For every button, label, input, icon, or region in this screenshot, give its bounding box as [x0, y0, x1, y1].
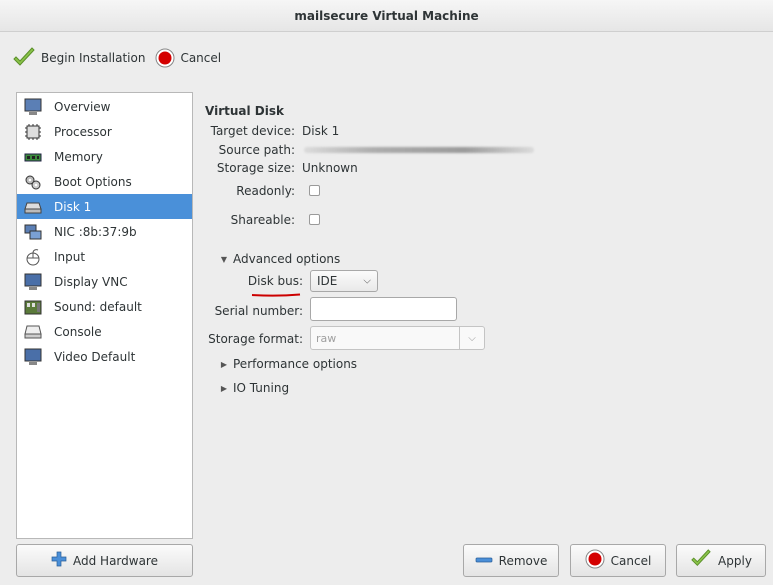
- sidebar-item-label: Memory: [54, 149, 103, 164]
- advanced-options-label: Advanced options: [233, 252, 341, 266]
- sidebar-item-label: Processor: [54, 124, 112, 139]
- sidebar-item-label: Disk 1: [54, 199, 92, 214]
- io-tuning-label: IO Tuning: [233, 381, 290, 395]
- sidebar-item-console[interactable]: Console: [17, 319, 192, 344]
- stop-icon: [155, 48, 175, 68]
- begin-installation-label: Begin Installation: [41, 51, 146, 65]
- sidebar-item-input[interactable]: Input: [17, 244, 192, 269]
- sidebar-item-processor[interactable]: Processor: [17, 119, 192, 144]
- triangle-down-icon: ▼: [220, 254, 228, 264]
- target-device-value: Disk 1: [302, 124, 340, 138]
- checkmark-icon: [690, 549, 712, 572]
- plus-icon: [51, 551, 67, 570]
- performance-options-expander[interactable]: ▶ Performance options: [219, 357, 357, 371]
- disk-icon: [21, 197, 45, 217]
- sidebar-item-label: Overview: [54, 99, 111, 114]
- disk-details-panel: Virtual Disk Target device: Disk 1 Sourc…: [200, 92, 760, 539]
- console-icon: [21, 322, 45, 342]
- shareable-checkbox[interactable]: [309, 214, 320, 225]
- sidebar-item-sound[interactable]: Sound: default: [17, 294, 192, 319]
- disk-bus-label: Disk bus:: [247, 274, 303, 288]
- serial-number-input[interactable]: [310, 297, 457, 321]
- sidebar-item-video[interactable]: Video Default: [17, 344, 192, 369]
- sidebar-item-label: Boot Options: [54, 174, 132, 189]
- add-hardware-label: Add Hardware: [73, 553, 158, 568]
- triangle-right-icon: ▶: [220, 359, 228, 369]
- minus-icon: [475, 554, 493, 568]
- storage-format-value: raw: [316, 331, 337, 345]
- display-icon: [21, 272, 45, 292]
- virtual-disk-heading: Virtual Disk: [205, 104, 284, 118]
- readonly-label: Readonly:: [236, 184, 295, 198]
- cancel-installation-button[interactable]: Cancel: [155, 48, 221, 68]
- advanced-options-expander[interactable]: ▼ Advanced options: [219, 252, 340, 266]
- io-tuning-expander[interactable]: ▶ IO Tuning: [219, 381, 289, 395]
- sidebar-item-label: Sound: default: [54, 299, 142, 314]
- red-annotation-underline: [251, 293, 301, 297]
- sidebar-item-boot-options[interactable]: Boot Options: [17, 169, 192, 194]
- triangle-right-icon: ▶: [220, 383, 228, 393]
- video-icon: [21, 347, 45, 367]
- performance-options-label: Performance options: [233, 357, 358, 371]
- sidebar-item-label: Display VNC: [54, 274, 128, 289]
- source-path-value-redacted: [304, 147, 534, 153]
- chevron-down-icon[interactable]: ⌵: [459, 327, 484, 349]
- cancel-button[interactable]: Cancel: [570, 544, 666, 577]
- sidebar-item-memory[interactable]: Memory: [17, 144, 192, 169]
- processor-icon: [21, 122, 45, 142]
- shareable-label: Shareable:: [230, 213, 295, 227]
- sound-icon: [21, 297, 45, 317]
- boot-options-icon: [21, 172, 45, 192]
- source-path-label: Source path:: [218, 143, 295, 157]
- sidebar-item-label: Console: [54, 324, 102, 339]
- readonly-checkbox[interactable]: [309, 185, 320, 196]
- hardware-list: Overview Processor Memory Boot Options D…: [16, 92, 193, 539]
- apply-label: Apply: [718, 553, 752, 568]
- cancel-installation-label: Cancel: [180, 51, 222, 65]
- checkmark-icon: [12, 47, 36, 69]
- memory-icon: [21, 147, 45, 167]
- mouse-icon: [21, 247, 45, 267]
- begin-installation-button[interactable]: Begin Installation: [12, 47, 145, 69]
- serial-number-label: Serial number:: [214, 304, 303, 318]
- disk-bus-select[interactable]: IDE ⌵: [310, 270, 378, 292]
- add-hardware-button[interactable]: Add Hardware: [16, 544, 193, 577]
- remove-button[interactable]: Remove: [463, 544, 559, 577]
- toolbar: Begin Installation Cancel: [0, 32, 773, 84]
- sidebar-item-disk-1[interactable]: Disk 1: [17, 194, 192, 219]
- sidebar-item-display-vnc[interactable]: Display VNC: [17, 269, 192, 294]
- storage-format-combo[interactable]: raw ⌵: [310, 326, 485, 350]
- window-title: mailsecure Virtual Machine: [0, 0, 773, 32]
- storage-size-value: Unknown: [302, 161, 358, 175]
- target-device-label: Target device:: [210, 124, 295, 138]
- stop-icon: [585, 549, 605, 572]
- storage-size-label: Storage size:: [216, 161, 295, 175]
- cancel-label: Cancel: [610, 553, 652, 568]
- remove-label: Remove: [498, 553, 548, 568]
- overview-icon: [21, 97, 45, 117]
- sidebar-item-overview[interactable]: Overview: [17, 94, 192, 119]
- sidebar-item-label: Input: [54, 249, 86, 264]
- disk-bus-value: IDE: [317, 274, 338, 288]
- sidebar-item-label: NIC :8b:37:9b: [54, 224, 137, 239]
- sidebar-item-label: Video Default: [54, 349, 136, 364]
- sidebar-item-nic[interactable]: NIC :8b:37:9b: [17, 219, 192, 244]
- storage-format-label: Storage format:: [208, 332, 303, 346]
- nic-icon: [21, 222, 45, 242]
- apply-button[interactable]: Apply: [676, 544, 766, 577]
- chevron-down-icon: ⌵: [363, 275, 371, 287]
